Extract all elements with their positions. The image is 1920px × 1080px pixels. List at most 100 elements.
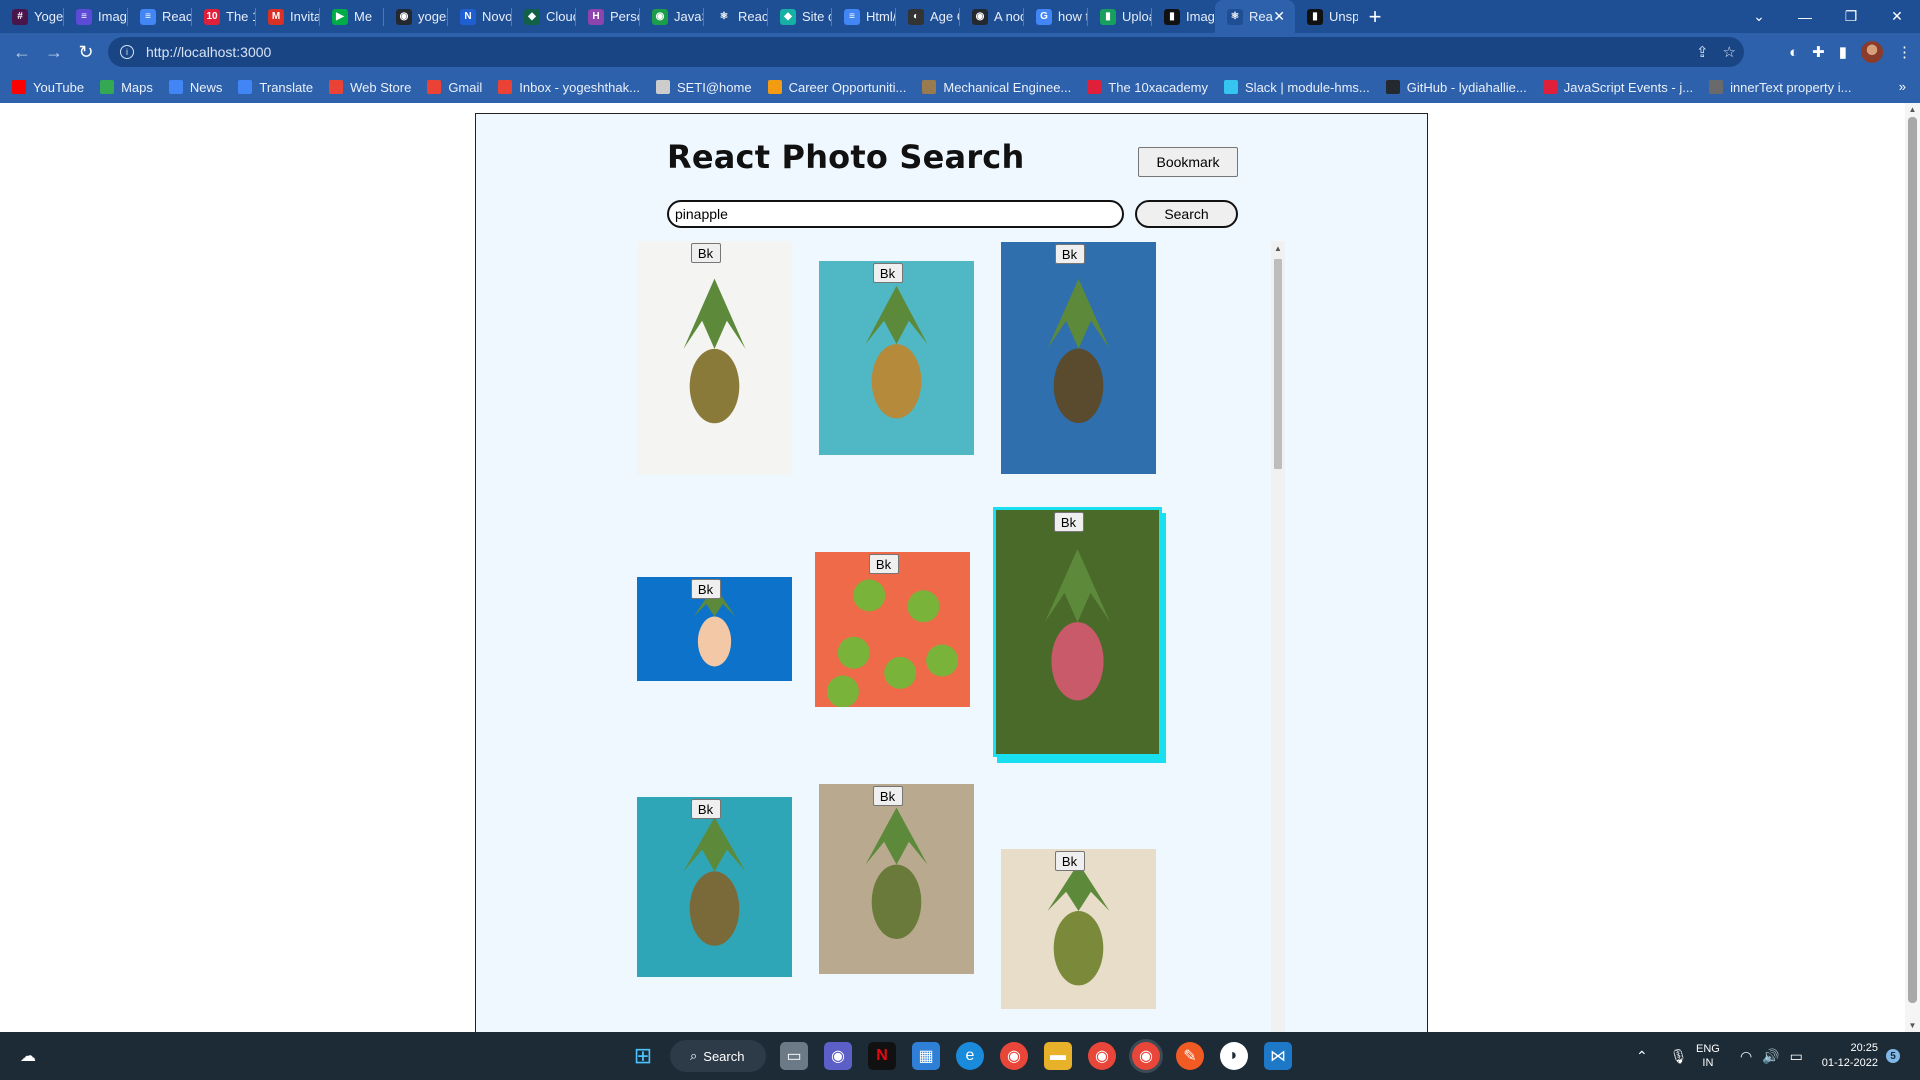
chrome-icon[interactable]: ◉ [1000,1042,1028,1070]
search-button[interactable]: Search [1135,200,1238,228]
browser-tab[interactable]: ◉ A node [960,0,1023,33]
page-scroll-up-icon[interactable]: ▲ [1905,103,1920,116]
bookmark-item[interactable]: GitHub - lydiahallie... [1385,80,1527,95]
address-bar[interactable]: i http://localhost:3000 ⇪ ☆ [108,37,1744,67]
tab-search-chevron-icon[interactable]: ⌄ [1736,0,1782,33]
new-tab-button[interactable]: + [1358,0,1392,33]
browser-tab[interactable]: 10 The 10 [192,0,255,33]
photo-image[interactable] [1001,242,1156,474]
weather-widget-icon[interactable]: ☁ [14,1042,42,1070]
bookmark-photo-button[interactable]: Bk [1054,244,1085,264]
browser-tab[interactable]: M Invitat [256,0,319,33]
bookmark-item[interactable]: The 10xacademy [1087,80,1208,95]
side-panel-icon[interactable]: ▮ [1839,43,1847,61]
mongodb-compass-icon[interactable]: ◗ [1220,1042,1248,1070]
browser-tab[interactable]: ◆ Site ov [768,0,831,33]
photo-card[interactable]: Bk [637,577,792,681]
profile-avatar[interactable] [1861,41,1883,63]
photo-card[interactable]: Bk [815,552,970,708]
browser-tab[interactable]: ≡ React [128,0,191,33]
browser-tab[interactable]: ▮ Image [1152,0,1215,33]
bookmark-item[interactable]: SETI@home [655,80,752,95]
chrome-profile-icon[interactable]: ◉ [1088,1042,1116,1070]
teams-chat-icon[interactable]: ◉ [824,1042,852,1070]
browser-tab[interactable]: ⚛ React / [704,0,767,33]
photo-image[interactable] [1001,849,1156,1009]
bookmark-button[interactable]: Bookmark [1138,147,1238,177]
browser-tab[interactable]: N Novore [448,0,511,33]
bookmark-photo-button[interactable]: Bk [1054,851,1085,871]
bookmark-photo-button[interactable]: Bk [690,799,721,819]
bookmark-photo-button[interactable]: Bk [1053,512,1084,532]
browser-tab[interactable]: ▶ Me [320,0,383,33]
close-window-button[interactable]: ✕ [1874,0,1920,33]
page-scroll-down-icon[interactable]: ▼ [1905,1019,1920,1032]
photo-image[interactable] [819,261,974,455]
browser-tab[interactable]: ◐ Age Ca [896,0,959,33]
clock-time[interactable]: 20:25 [1850,1041,1878,1056]
bookmark-item[interactable]: Mechanical Enginee... [922,80,1071,95]
chrome-active-icon[interactable]: ◉ [1132,1042,1160,1070]
photo-image[interactable] [819,784,974,974]
photo-card[interactable]: Bk [819,784,974,974]
close-tab-icon[interactable]: ✕ [1273,8,1285,25]
bookmark-item[interactable]: Career Opportuniti... [767,80,906,95]
bookmark-photo-button[interactable]: Bk [872,263,903,283]
bookmark-item[interactable]: Gmail [427,80,482,95]
start-button-icon[interactable]: ⊞ [629,1042,657,1070]
browser-tab[interactable]: ≡ Html/C [832,0,895,33]
notification-badge[interactable]: 5 [1886,1049,1900,1063]
browser-tab[interactable]: Ghow to [1024,0,1087,33]
photo-card[interactable]: Bk [819,261,974,455]
url-text[interactable]: http://localhost:3000 [146,44,271,60]
bookmark-item[interactable]: Translate [238,80,313,95]
minimize-button[interactable]: — [1782,0,1828,33]
edge-icon[interactable]: e [956,1042,984,1070]
task-view-icon[interactable]: ▭ [780,1042,808,1070]
browser-tab[interactable]: ▮ Upload [1088,0,1151,33]
store-icon[interactable]: ▦ [912,1042,940,1070]
photo-card[interactable]: Bk [1001,849,1156,1009]
photo-image[interactable] [815,552,970,708]
bookmark-photo-button[interactable]: Bk [690,243,721,263]
photo-card[interactable]: Bk [996,510,1159,754]
browser-tab[interactable]: ◉ JavaSc [640,0,703,33]
photo-image[interactable] [996,510,1159,754]
bookmark-item[interactable]: Web Store [329,80,411,95]
back-icon[interactable]: ← [6,36,38,68]
extensions-icon[interactable]: ✚ [1812,43,1825,61]
browser-tab[interactable]: # Yogesh [0,0,63,33]
restore-button[interactable]: ❐ [1828,0,1874,33]
browser-tab[interactable]: ▮ Unspla [1295,0,1358,33]
bookmark-item[interactable]: JavaScript Events - j... [1542,80,1693,95]
bookmark-item[interactable]: Inbox - yogeshthak... [498,80,640,95]
bookmark-photo-button[interactable]: Bk [690,579,721,599]
bookmark-item[interactable]: innerText property i... [1709,80,1851,95]
bookmark-item[interactable]: Maps [100,80,153,95]
browser-tab[interactable]: ◉ yogesh [384,0,447,33]
photo-card[interactable]: Bk [637,241,792,475]
star-icon[interactable]: ☆ [1723,43,1736,61]
vscode-icon[interactable]: ⋈ [1264,1042,1292,1070]
browser-tab[interactable]: H Person [576,0,639,33]
browser-tab[interactable]: ◆ Cloudi [512,0,575,33]
bookmark-item[interactable]: News [168,80,222,95]
bookmark-item[interactable]: Slack | module-hms... [1224,80,1370,95]
battery-icon[interactable]: ▭ [1790,1048,1803,1065]
forward-icon[interactable]: → [38,36,70,68]
volume-icon[interactable]: 🔊 [1762,1048,1779,1065]
page-scrollbar-thumb[interactable] [1908,117,1917,1003]
taskbar-search[interactable]: ⌕ Search [670,1040,766,1072]
bookmark-photo-button[interactable]: Bk [872,786,903,806]
language-top[interactable]: ENG [1696,1042,1720,1056]
clock-date[interactable]: 01-12-2022 [1822,1056,1878,1071]
netflix-icon[interactable]: N [868,1042,896,1070]
microphone-icon[interactable]: 🎙 [1670,1048,1688,1065]
site-info-icon[interactable]: i [120,45,134,59]
reload-icon[interactable]: ↻ [70,36,102,68]
scroll-up-arrow-icon[interactable]: ▲ [1271,241,1285,255]
browser-tab[interactable]: ⚛ Rea ✕ [1215,0,1295,33]
grid-scrollbar[interactable]: ▲ ▼ [1271,241,1285,1042]
file-explorer-icon[interactable]: ▬ [1044,1042,1072,1070]
bookmark-item[interactable]: YouTube [12,80,84,95]
